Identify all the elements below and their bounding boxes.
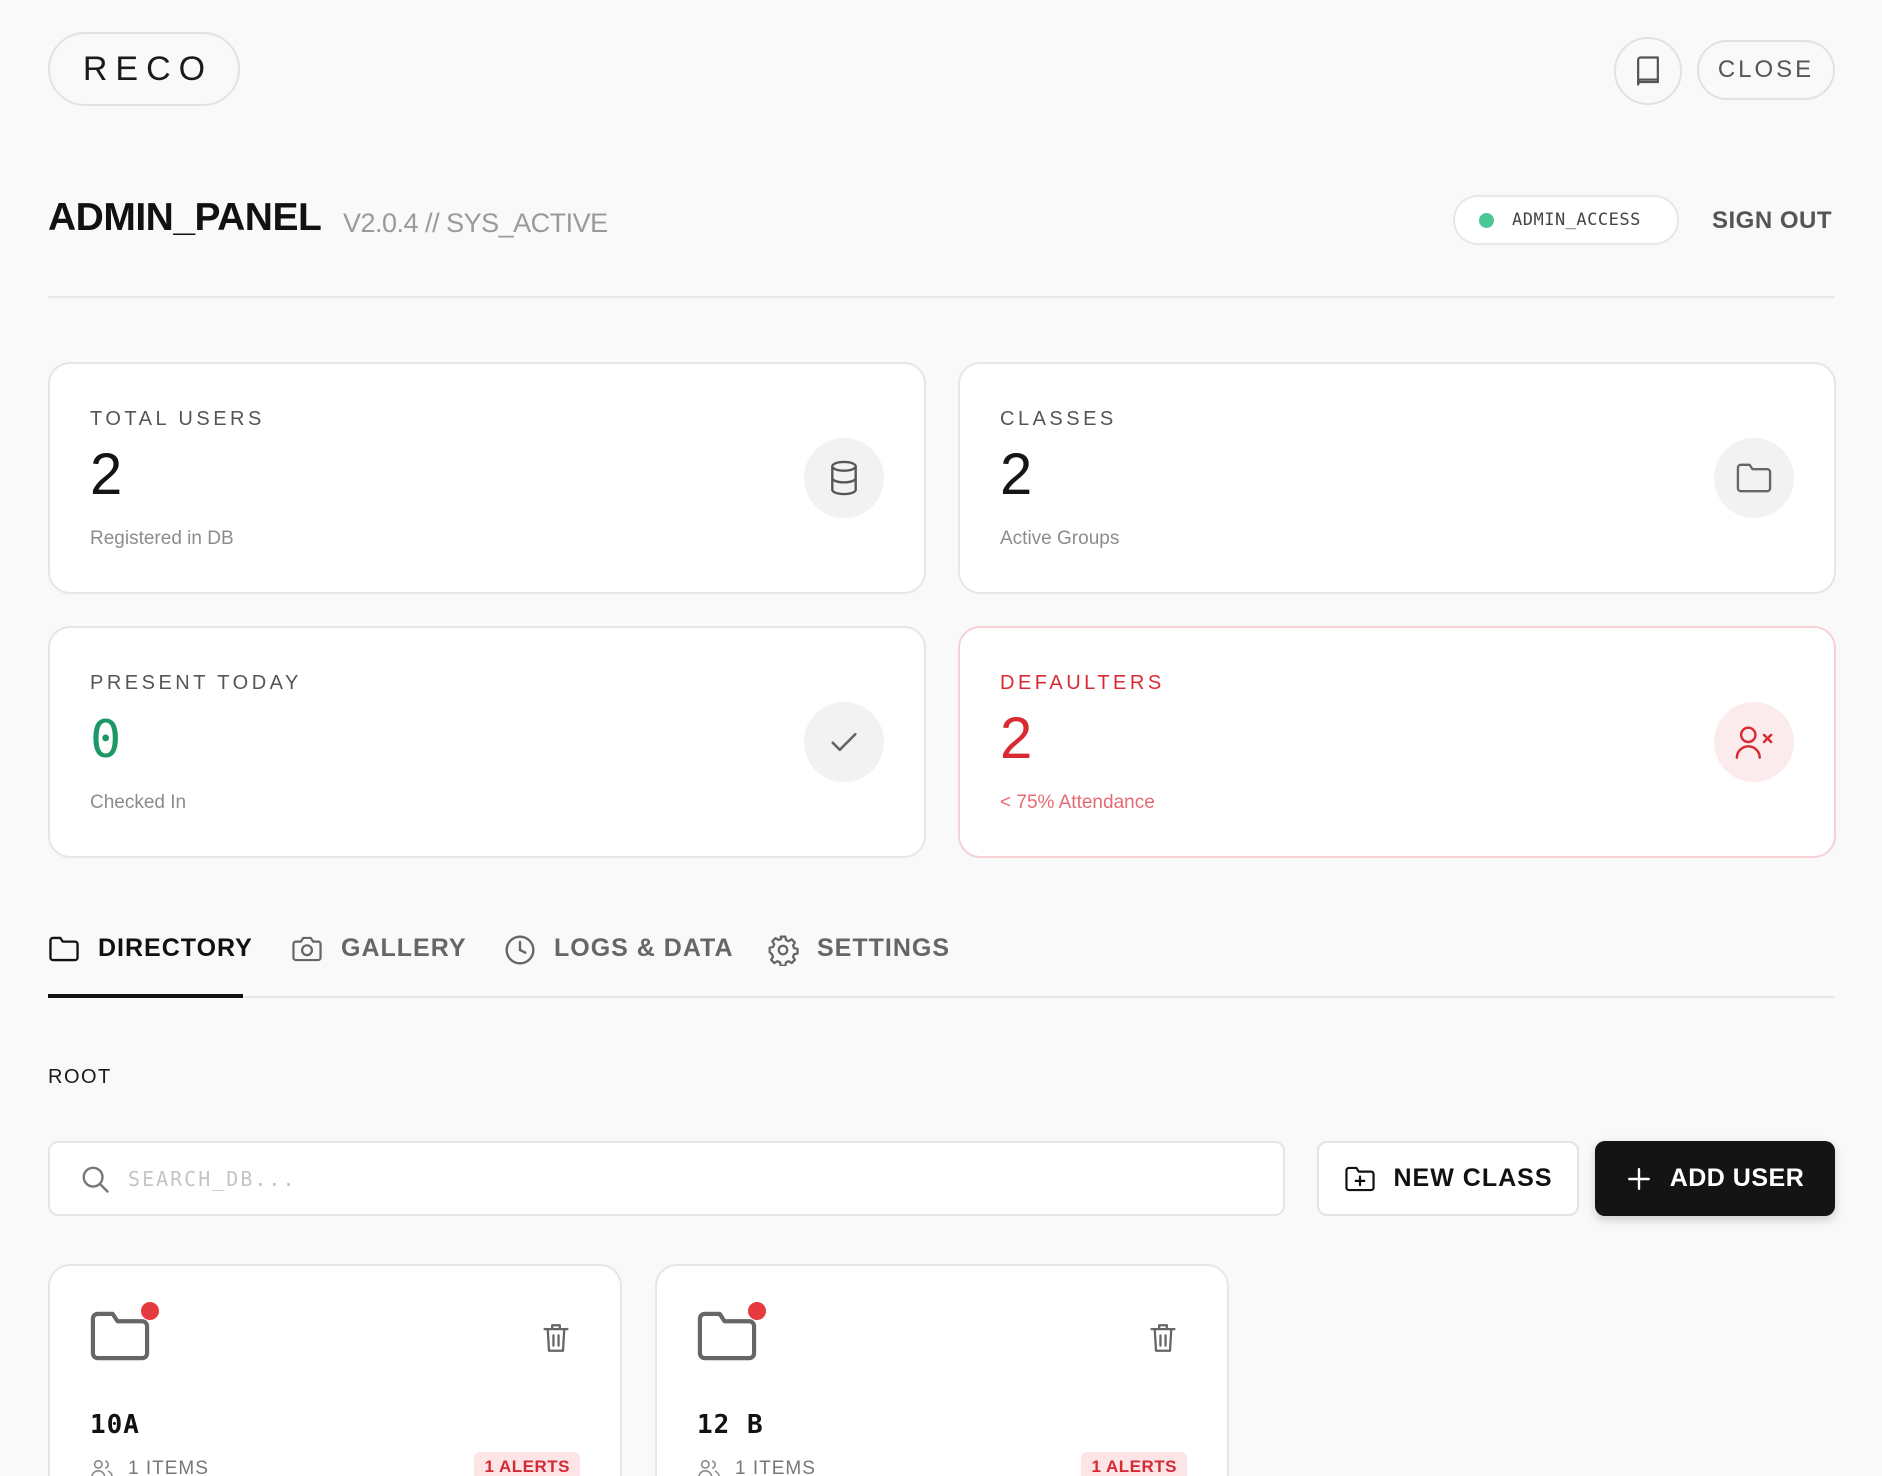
clock-icon: [504, 934, 536, 966]
tab-settings[interactable]: SETTINGS: [767, 930, 950, 998]
status-dot-icon: [1479, 212, 1494, 228]
app-logo[interactable]: RECO: [48, 32, 240, 106]
class-item-count: 1 ITEMS: [697, 1458, 816, 1476]
check-icon: [804, 702, 884, 782]
stat-subtitle: Active Groups: [1000, 528, 1120, 549]
stat-value: 0: [90, 710, 122, 770]
plus-icon: [1626, 1166, 1652, 1192]
alert-dot-icon: [748, 1302, 766, 1320]
tab-label: LOGS & DATA: [554, 934, 734, 962]
tab-label: SETTINGS: [817, 934, 951, 962]
camera-icon: [291, 934, 323, 964]
stat-value: 2: [90, 442, 123, 507]
stat-value: 2: [1000, 442, 1033, 507]
item-count-label: 1 ITEMS: [128, 1458, 209, 1476]
tab-directory[interactable]: DIRECTORY: [48, 930, 252, 998]
stat-subtitle: Checked In: [90, 792, 187, 813]
stat-card-defaulters: DEFAULTERS 2 < 75% Attendance: [958, 626, 1836, 858]
trash-icon[interactable]: [542, 1322, 570, 1354]
alerts-badge: 1 ALERTS: [474, 1452, 580, 1476]
stat-subtitle: < 75% Attendance: [1000, 792, 1155, 813]
docs-button[interactable]: [1614, 37, 1682, 105]
folder-plus-icon: [1344, 1165, 1376, 1193]
class-card-12b[interactable]: 12 B 1 ITEMS 1 ALERTS: [655, 1264, 1229, 1476]
user-x-icon: [1714, 702, 1794, 782]
stat-subtitle: Registered in DB: [90, 528, 234, 549]
tab-bar: DIRECTORY GALLERY LOGS & DATA SETTINGS: [48, 930, 1835, 998]
version-label: V2.0.4 // SYS_ACTIVE: [343, 208, 608, 238]
header-divider: [48, 296, 1835, 298]
app-logo-text: RECO: [82, 49, 214, 88]
add-user-button[interactable]: ADD USER: [1595, 1141, 1835, 1216]
close-button[interactable]: CLOSE: [1697, 40, 1835, 100]
stat-card-present-today: PRESENT TODAY 0 Checked In: [48, 626, 926, 858]
class-name: 12 B: [697, 1410, 764, 1440]
search-box[interactable]: [48, 1141, 1285, 1216]
stat-card-classes: CLASSES 2 Active Groups: [958, 362, 1836, 594]
database-icon: [804, 438, 884, 518]
close-button-label: CLOSE: [1717, 56, 1815, 83]
class-card-10a[interactable]: 10A 1 ITEMS 1 ALERTS: [48, 1264, 622, 1476]
tab-label: DIRECTORY: [98, 934, 253, 962]
new-class-button[interactable]: NEW CLASS: [1317, 1141, 1579, 1216]
breadcrumb[interactable]: ROOT: [48, 1066, 112, 1089]
alerts-badge: 1 ALERTS: [1081, 1452, 1187, 1476]
book-icon: [1633, 55, 1663, 87]
search-input[interactable]: [128, 1166, 1228, 1191]
folder-icon: [48, 934, 80, 964]
stat-label: DEFAULTERS: [1000, 672, 1165, 694]
tab-logs-data[interactable]: LOGS & DATA: [504, 930, 734, 998]
tab-gallery[interactable]: GALLERY: [291, 930, 467, 998]
stat-label: CLASSES: [1000, 408, 1117, 430]
alert-dot-icon: [141, 1302, 159, 1320]
gear-icon: [767, 934, 799, 966]
class-name: 10A: [90, 1410, 140, 1440]
add-user-label: ADD USER: [1669, 1164, 1805, 1192]
stat-label: TOTAL USERS: [90, 408, 265, 430]
page-title: ADMIN_PANEL: [48, 196, 322, 239]
sign-out-button[interactable]: SIGN OUT: [1712, 207, 1832, 235]
access-status-label: ADMIN_ACCESS: [1512, 210, 1641, 230]
class-item-count: 1 ITEMS: [90, 1458, 209, 1476]
stat-value: 2: [1000, 706, 1033, 771]
search-icon: [80, 1164, 110, 1194]
access-status-badge: ADMIN_ACCESS: [1453, 195, 1679, 245]
stat-label: PRESENT TODAY: [90, 672, 302, 694]
new-class-label: NEW CLASS: [1393, 1164, 1553, 1192]
stat-card-total-users: TOTAL USERS 2 Registered in DB: [48, 362, 926, 594]
tab-label: GALLERY: [341, 934, 467, 962]
item-count-label: 1 ITEMS: [735, 1458, 816, 1476]
folder-icon: [1714, 438, 1794, 518]
trash-icon[interactable]: [1149, 1322, 1177, 1354]
